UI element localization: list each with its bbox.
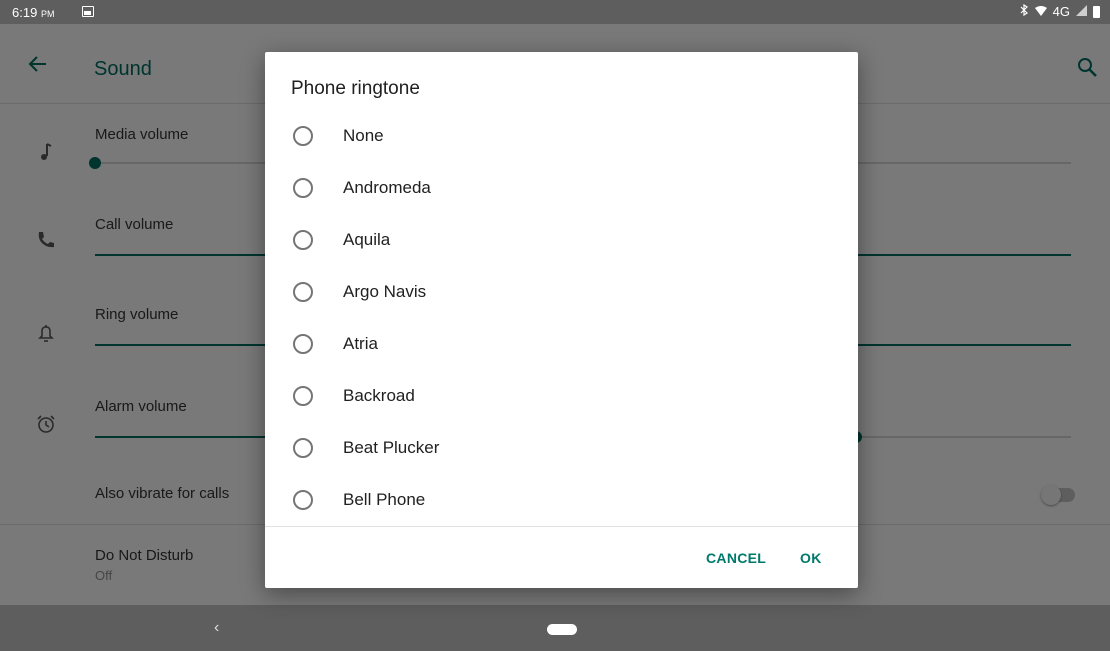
ringtone-option[interactable]: Beat Plucker <box>265 422 858 474</box>
radio-button[interactable] <box>293 490 313 510</box>
radio-button[interactable] <box>293 282 313 302</box>
ringtone-dialog: Phone ringtone None Andromeda Aquila Arg… <box>265 52 858 588</box>
ringtone-option-label: Backroad <box>343 386 415 405</box>
ringtone-option-label: Atria <box>343 334 378 353</box>
status-icons: 4G <box>1019 3 1100 19</box>
ringtone-option-label: Aquila <box>343 230 391 249</box>
ringtone-option[interactable]: Atria <box>265 318 858 370</box>
radio-button[interactable] <box>293 334 313 354</box>
status-ampm: PM <box>40 9 55 19</box>
image-notification-icon <box>82 6 94 17</box>
cancel-button[interactable]: CANCEL <box>706 550 766 566</box>
ringtone-option[interactable]: Andromeda <box>265 162 858 214</box>
ok-button[interactable]: OK <box>800 550 822 566</box>
ringtone-option-label: Beat Plucker <box>343 438 440 457</box>
ringtone-option-label: Bell Phone <box>343 490 426 509</box>
ringtone-option[interactable]: Aquila <box>265 214 858 266</box>
nav-home-pill[interactable] <box>547 624 577 635</box>
dialog-divider <box>265 526 858 527</box>
network-type: 4G <box>1052 4 1070 19</box>
status-time: 6:19 PM <box>12 5 55 20</box>
radio-button[interactable] <box>293 386 313 406</box>
radio-button[interactable] <box>293 178 313 198</box>
ringtone-option[interactable]: Argo Navis <box>265 266 858 318</box>
radio-button[interactable] <box>293 438 313 458</box>
dialog-title: Phone ringtone <box>291 78 420 99</box>
ringtone-option-label: Andromeda <box>343 178 431 197</box>
radio-button[interactable] <box>293 230 313 250</box>
navigation-bar: ‹ <box>0 605 1110 651</box>
status-bar: 6:19 PM 4G <box>0 0 1110 24</box>
ringtone-option-label: Argo Navis <box>343 282 427 301</box>
battery-icon <box>1093 5 1100 18</box>
radio-button[interactable] <box>293 126 313 146</box>
ringtone-option[interactable]: Backroad <box>265 370 858 422</box>
signal-icon <box>1076 4 1087 19</box>
nav-back-icon[interactable]: ‹ <box>214 619 219 637</box>
ringtone-option[interactable]: Bell Phone <box>265 474 858 526</box>
bluetooth-icon <box>1019 3 1029 19</box>
wifi-icon <box>1034 4 1047 19</box>
ringtone-option[interactable]: None <box>265 110 858 162</box>
ringtone-option-label: None <box>343 126 384 145</box>
